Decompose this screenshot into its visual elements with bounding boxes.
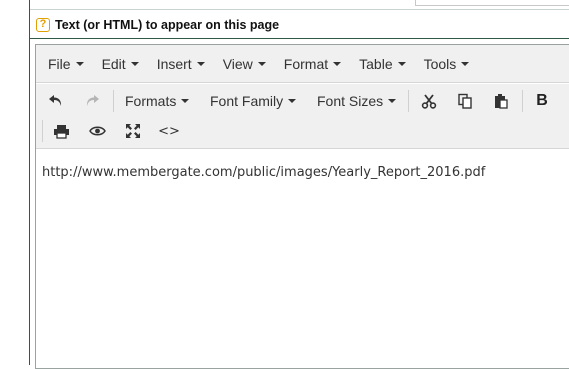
chevron-down-icon	[257, 61, 266, 66]
print-icon	[53, 124, 69, 139]
chevron-down-icon	[388, 99, 397, 103]
bold-icon: B	[536, 92, 548, 109]
preview-button[interactable]	[85, 119, 109, 143]
editor-menubar: File Edit Insert View Format Table Tools	[36, 45, 569, 83]
menu-insert[interactable]: Insert	[157, 56, 205, 72]
menu-file[interactable]: File	[48, 56, 84, 72]
chevron-down-icon	[397, 61, 406, 66]
fullscreen-icon	[126, 124, 140, 138]
cut-button[interactable]	[417, 89, 441, 113]
chevron-down-icon	[181, 99, 190, 103]
chevron-down-icon	[288, 99, 297, 103]
toolbar-separator	[522, 90, 523, 112]
undo-button[interactable]	[44, 89, 68, 113]
toolbar-row-1: Formats Font Family Font Sizes B	[36, 86, 569, 116]
paste-icon	[495, 94, 508, 109]
cut-icon	[421, 94, 437, 109]
code-icon: <>	[158, 123, 180, 139]
top-input-fragment[interactable]	[415, 0, 569, 6]
help-icon[interactable]: ?	[36, 18, 50, 32]
section-header: ? Text (or HTML) to appear on this page	[36, 15, 279, 35]
copy-button[interactable]	[453, 89, 477, 113]
paste-button[interactable]	[489, 89, 513, 113]
editor-content[interactable]: http://www.membergate.com/public/images/…	[42, 165, 485, 180]
preview-icon	[88, 126, 106, 136]
top-divider	[30, 9, 569, 10]
chevron-down-icon	[196, 61, 205, 66]
redo-icon	[86, 95, 99, 106]
menu-view[interactable]: View	[223, 56, 266, 72]
editor-toolbar: Formats Font Family Font Sizes B <>	[36, 84, 569, 149]
copy-icon	[458, 93, 472, 109]
font-family-dropdown[interactable]: Font Family	[210, 91, 297, 111]
toolbar-separator	[42, 120, 43, 142]
toolbar-row-2: <>	[36, 116, 569, 146]
menu-format[interactable]: Format	[284, 56, 342, 72]
rich-text-editor: File Edit Insert View Format Table Tools…	[35, 44, 569, 369]
chevron-down-icon	[333, 61, 342, 66]
undo-icon	[49, 95, 62, 106]
fullscreen-button[interactable]	[121, 119, 145, 143]
redo-button[interactable]	[80, 89, 104, 113]
menu-tools[interactable]: Tools	[424, 56, 470, 72]
toolbar-separator	[113, 90, 114, 112]
formats-dropdown[interactable]: Formats	[125, 91, 190, 111]
section-divider	[30, 38, 569, 39]
chevron-down-icon	[461, 61, 470, 66]
section-title: Text (or HTML) to appear on this page	[55, 18, 280, 32]
toolbar-separator	[408, 90, 409, 112]
menu-edit[interactable]: Edit	[102, 56, 139, 72]
bold-button[interactable]: B	[530, 89, 554, 113]
menu-table[interactable]: Table	[359, 56, 406, 72]
left-rail-border	[29, 0, 30, 365]
font-sizes-dropdown[interactable]: Font Sizes	[317, 91, 397, 111]
source-code-button[interactable]: <>	[157, 119, 181, 143]
print-button[interactable]	[49, 119, 73, 143]
chevron-down-icon	[130, 61, 139, 66]
chevron-down-icon	[75, 61, 84, 66]
